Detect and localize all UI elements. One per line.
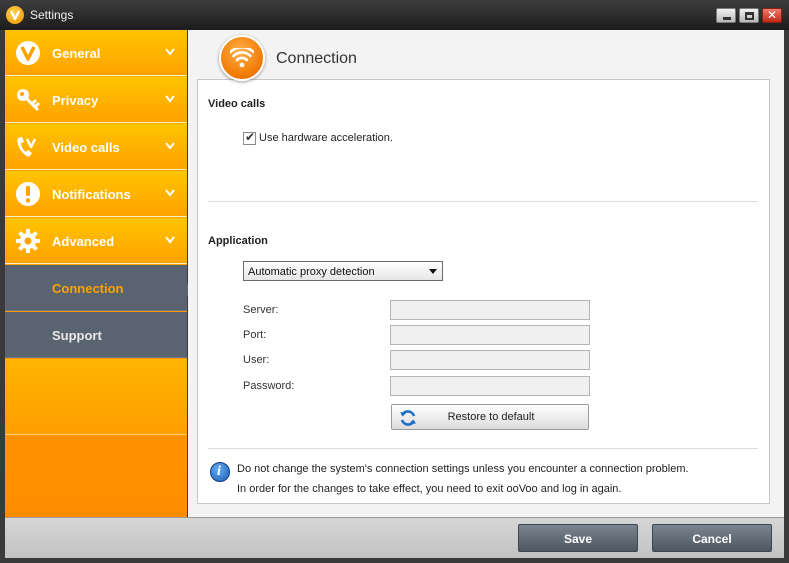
exclamation-icon bbox=[16, 182, 40, 206]
chevron-down-icon bbox=[165, 142, 175, 150]
section-title-video-calls: Video calls bbox=[208, 98, 266, 110]
sidebar-spacer bbox=[5, 359, 187, 435]
sidebar-item-label: Notifications bbox=[52, 187, 131, 202]
restore-default-button[interactable]: Restore to default bbox=[391, 404, 589, 430]
gear-icon bbox=[16, 229, 40, 253]
sidebar-item-video-calls[interactable]: Video calls bbox=[5, 124, 187, 170]
sidebar-item-label: Privacy bbox=[52, 93, 99, 108]
password-input[interactable] bbox=[390, 376, 590, 396]
info-text-line-2: In order for the changes to take effect,… bbox=[237, 483, 622, 495]
maximize-icon bbox=[745, 12, 754, 20]
cancel-button[interactable]: Cancel bbox=[652, 524, 772, 552]
maximize-button[interactable] bbox=[739, 8, 759, 23]
sidebar-item-advanced[interactable]: Advanced bbox=[5, 218, 187, 264]
minimize-icon bbox=[723, 17, 731, 20]
section-divider bbox=[208, 201, 758, 202]
sidebar-subitem-connection[interactable]: Connection bbox=[5, 265, 187, 311]
chevron-down-icon bbox=[165, 236, 175, 244]
sidebar-subitem-label: Support bbox=[52, 328, 102, 343]
title-bar: Settings ✕ bbox=[0, 0, 789, 30]
video-call-icon bbox=[17, 137, 37, 157]
section-title-application: Application bbox=[208, 235, 268, 247]
section-divider bbox=[208, 448, 758, 449]
hardware-acceleration-checkbox[interactable]: ✔ bbox=[243, 130, 256, 145]
dropdown-arrow-icon bbox=[429, 269, 437, 274]
password-label: Password: bbox=[243, 380, 295, 392]
proxy-mode-select[interactable]: Automatic proxy detection bbox=[243, 261, 443, 281]
key-icon bbox=[17, 89, 40, 111]
minimize-button[interactable] bbox=[716, 8, 736, 23]
window-title: Settings bbox=[30, 8, 74, 22]
sidebar-item-notifications[interactable]: Notifications bbox=[5, 171, 187, 217]
save-button-label: Save bbox=[563, 532, 593, 546]
server-label: Server: bbox=[243, 304, 279, 316]
port-input[interactable] bbox=[390, 325, 590, 345]
proxy-mode-value: Automatic proxy detection bbox=[248, 266, 375, 278]
sidebar-subitem-support[interactable]: Support bbox=[5, 312, 187, 358]
oovoo-logo-icon bbox=[16, 41, 40, 65]
chevron-down-icon bbox=[165, 48, 175, 56]
save-button[interactable]: Save bbox=[518, 524, 638, 552]
info-text-line-1: Do not change the system's connection se… bbox=[237, 463, 689, 475]
close-icon: ✕ bbox=[766, 8, 778, 22]
close-button[interactable]: ✕ bbox=[762, 8, 782, 23]
app-logo-icon bbox=[6, 6, 24, 24]
user-label: User: bbox=[243, 354, 270, 366]
hardware-acceleration-label: Use hardware acceleration. bbox=[259, 132, 393, 144]
sidebar-item-label: Advanced bbox=[52, 234, 115, 249]
sidebar: General Privacy Video calls Notification… bbox=[5, 30, 187, 517]
page-title: Connection bbox=[276, 50, 357, 67]
info-icon: i bbox=[210, 462, 230, 482]
port-label: Port: bbox=[243, 329, 267, 341]
sidebar-subitem-label: Connection bbox=[52, 281, 124, 296]
sidebar-item-label: Video calls bbox=[52, 140, 120, 155]
sidebar-item-label: General bbox=[52, 46, 101, 61]
chevron-down-icon bbox=[165, 189, 175, 197]
wifi-icon bbox=[219, 35, 265, 81]
checkmark-icon: ✔ bbox=[245, 130, 256, 144]
server-input[interactable] bbox=[390, 300, 590, 320]
user-input[interactable] bbox=[390, 350, 590, 370]
restore-default-label: Restore to default bbox=[447, 411, 535, 423]
chevron-down-icon bbox=[165, 95, 175, 103]
sidebar-item-privacy[interactable]: Privacy bbox=[5, 77, 187, 123]
cancel-button-label: Cancel bbox=[692, 532, 732, 546]
sidebar-item-general[interactable]: General bbox=[5, 30, 187, 76]
